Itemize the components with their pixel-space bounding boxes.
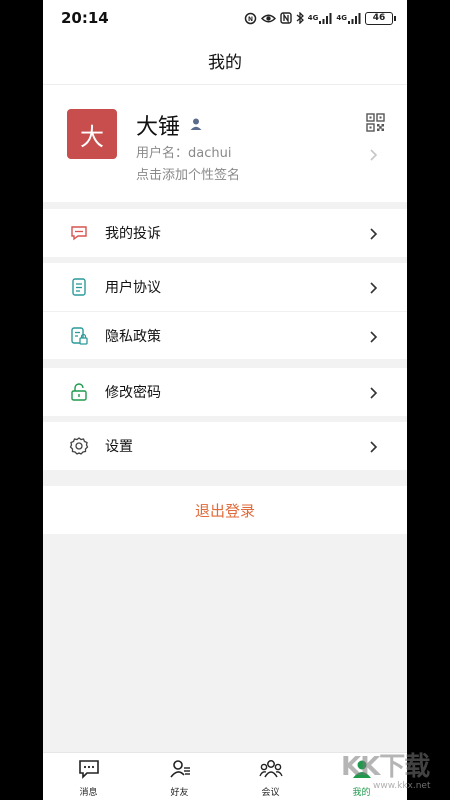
signal-2-icon: 4G (336, 12, 361, 24)
watermark-url: www.kkx.net (373, 781, 431, 791)
tab-label: 消息 (79, 788, 98, 798)
profile-card[interactable]: 大 大锤 用户名：dachui 点击添加个性签名 (43, 84, 407, 202)
watermark: KK下载 www.kkx.net (333, 744, 450, 800)
watermark-text: KK下载 (341, 752, 430, 782)
chevron-right-icon (369, 226, 378, 245)
menu-item-settings[interactable]: 设置 (43, 422, 407, 470)
signature-prompt[interactable]: 点击添加个性签名 (136, 164, 240, 183)
menu-item-user-agreement[interactable]: 用户协议 (43, 263, 407, 311)
username: 用户名：dachui (136, 146, 232, 161)
battery-icon: 46 (365, 11, 396, 25)
chevron-right-icon (369, 280, 378, 299)
signal-1-icon: 4G (308, 12, 333, 24)
menu-group-password: 修改密码 (43, 368, 407, 416)
unlock-icon (69, 382, 89, 402)
menu-label: 修改密码 (105, 385, 161, 401)
message-icon (78, 759, 100, 783)
logout-label: 退出登录 (194, 501, 255, 520)
menu-group-legal: 用户协议 隐私政策 (43, 263, 407, 359)
friends-icon (169, 759, 191, 783)
person-icon (189, 116, 203, 135)
qr-code-icon[interactable] (366, 113, 385, 136)
menu-item-privacy-policy[interactable]: 隐私政策 (43, 311, 407, 359)
menu-item-complaints[interactable]: 我的投诉 (43, 209, 407, 257)
status-time: 20:14 (61, 9, 109, 27)
avatar[interactable]: 大 (67, 109, 117, 159)
chevron-right-icon (369, 147, 378, 166)
eye-icon (260, 13, 276, 24)
tab-label: 好友 (170, 788, 189, 798)
privacy-document-icon (69, 326, 89, 346)
status-icons: N 4G 4G 46 (244, 11, 396, 25)
gear-icon (69, 436, 89, 456)
status-bar: 20:14 N 4G 4G 46 (43, 0, 407, 36)
chevron-right-icon (369, 439, 378, 458)
page-header: 我的 (43, 36, 407, 84)
alarm-icon: N (244, 12, 257, 25)
chevron-right-icon (369, 329, 378, 348)
menu-label: 设置 (105, 439, 133, 455)
svg-text:N: N (248, 16, 253, 23)
meeting-icon (258, 759, 283, 783)
complaint-icon (69, 223, 89, 243)
document-icon (69, 277, 89, 297)
bluetooth-icon (296, 12, 304, 24)
nickname: 大锤 (136, 115, 181, 140)
nfc-icon (280, 12, 292, 24)
page-title: 我的 (208, 52, 242, 73)
chevron-right-icon (369, 385, 378, 404)
menu-label: 我的投诉 (105, 226, 161, 242)
phone-screen: 20:14 N 4G 4G 46 我的 大 大锤 用户名：dachui 点击添加… (43, 0, 407, 800)
menu-label: 隐私政策 (105, 328, 161, 345)
tab-messages[interactable]: 消息 (43, 753, 134, 800)
menu-label: 用户协议 (105, 280, 161, 296)
tab-label: 会议 (261, 788, 280, 798)
tab-meetings[interactable]: 会议 (225, 753, 316, 800)
menu-item-change-password[interactable]: 修改密码 (43, 368, 407, 416)
tab-friends[interactable]: 好友 (134, 753, 225, 800)
menu-group-settings: 设置 (43, 422, 407, 470)
menu-group-complaints: 我的投诉 (43, 209, 407, 257)
logout-button[interactable]: 退出登录 (43, 486, 407, 534)
